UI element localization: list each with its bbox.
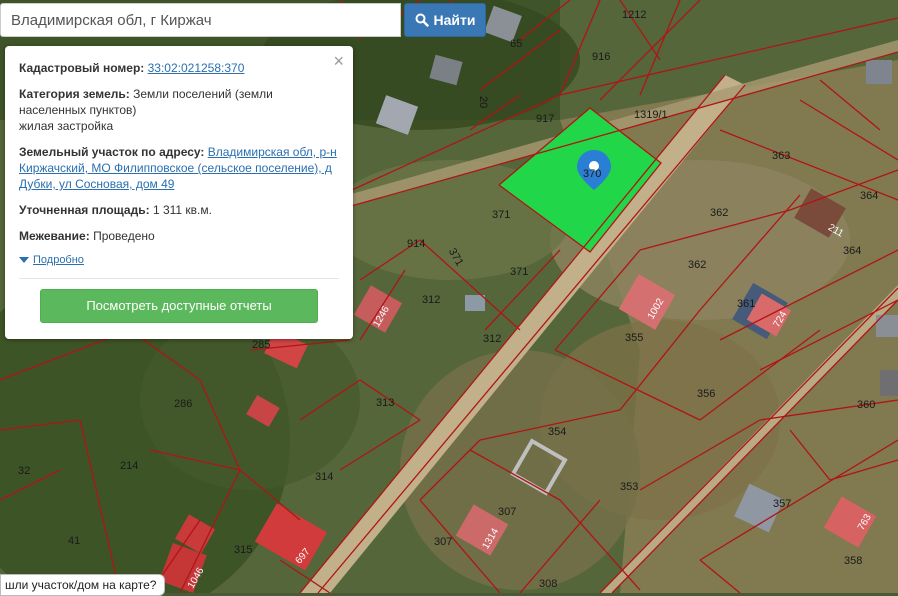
plot-label: 355 <box>625 332 643 344</box>
plot-label: 307 <box>498 506 516 518</box>
cadastral-row: Кадастровый номер: 33:02:021258:370 <box>19 60 339 76</box>
plot-label: 214 <box>120 460 138 472</box>
plot-label: 371 <box>492 209 510 221</box>
plot-label: 315 <box>234 544 252 556</box>
details-label: Подробно <box>33 254 84 266</box>
plot-label: 356 <box>697 388 715 400</box>
plot-label: 1212 <box>622 9 646 21</box>
plot-label: 353 <box>620 481 638 493</box>
cadastral-label: Кадастровый номер: <box>19 61 145 75</box>
plot-label: 354 <box>548 426 566 438</box>
survey-label: Межевание: <box>19 229 90 243</box>
close-icon[interactable]: × <box>333 52 344 70</box>
address-row: Земельный участок по адресу: Владимирска… <box>19 144 339 192</box>
plot-label: 364 <box>860 190 878 202</box>
survey-value: Проведено <box>93 229 155 243</box>
plot-label: 362 <box>710 207 728 219</box>
plot-label: 914 <box>407 238 425 250</box>
plot-label: 32 <box>18 465 30 477</box>
area-label: Уточненная площадь: <box>19 203 150 217</box>
plot-label: 364 <box>843 245 861 257</box>
search-button[interactable]: Найти <box>404 3 486 37</box>
category-subvalue: жилая застройка <box>19 119 114 133</box>
plot-label: 363 <box>772 150 790 162</box>
category-value: населенных пунктов) <box>19 103 137 117</box>
details-toggle[interactable]: Подробно <box>19 252 339 268</box>
plot-label: 41 <box>68 535 80 547</box>
category-label: Категория земель: <box>19 87 130 101</box>
category-row: Категория земель: Земли поселений (земли… <box>19 86 339 134</box>
area-value: 1 311 кв.м. <box>152 203 212 217</box>
plot-label: 362 <box>688 259 706 271</box>
plot-label: 1319/1 <box>634 109 668 121</box>
view-reports-button[interactable]: Посмотреть доступные отчеты <box>40 289 318 323</box>
plot-label: 361 <box>737 298 755 310</box>
plot-label: 371 <box>510 266 528 278</box>
divider <box>19 278 339 279</box>
plot-label: 312 <box>422 294 440 306</box>
area-row: Уточненная площадь: 1 311 кв.м. <box>19 202 339 218</box>
plot-label: 286 <box>174 398 192 410</box>
plot-label: 370 <box>583 168 601 180</box>
plot-label: 285 <box>252 339 270 351</box>
caret-down-icon <box>19 257 29 263</box>
address-label: Земельный участок по адресу: <box>19 145 205 159</box>
plot-label: 313 <box>376 397 394 409</box>
parcel-info-popup: × Кадастровый номер: 33:02:021258:370 Ка… <box>5 46 353 339</box>
search-button-label: Найти <box>433 12 476 28</box>
survey-row: Межевание: Проведено <box>19 228 339 244</box>
plot-label: 358 <box>844 555 862 567</box>
plot-label: 360 <box>857 399 875 411</box>
plot-label: 314 <box>315 471 333 483</box>
category-value: Земли поселений (земли <box>133 87 273 101</box>
plot-label: 916 <box>592 51 610 63</box>
cadastral-number-link[interactable]: 33:02:021258:370 <box>148 61 245 75</box>
search-input[interactable] <box>0 3 401 37</box>
plot-label: 312 <box>483 333 501 345</box>
plot-label: 917 <box>536 113 554 125</box>
plot-label: 308 <box>539 578 557 590</box>
plot-label: 20 <box>477 96 489 108</box>
plot-label: 307 <box>434 536 452 548</box>
plot-label: 357 <box>773 498 791 510</box>
plot-label: 65 <box>510 38 522 50</box>
search-icon <box>415 13 429 27</box>
